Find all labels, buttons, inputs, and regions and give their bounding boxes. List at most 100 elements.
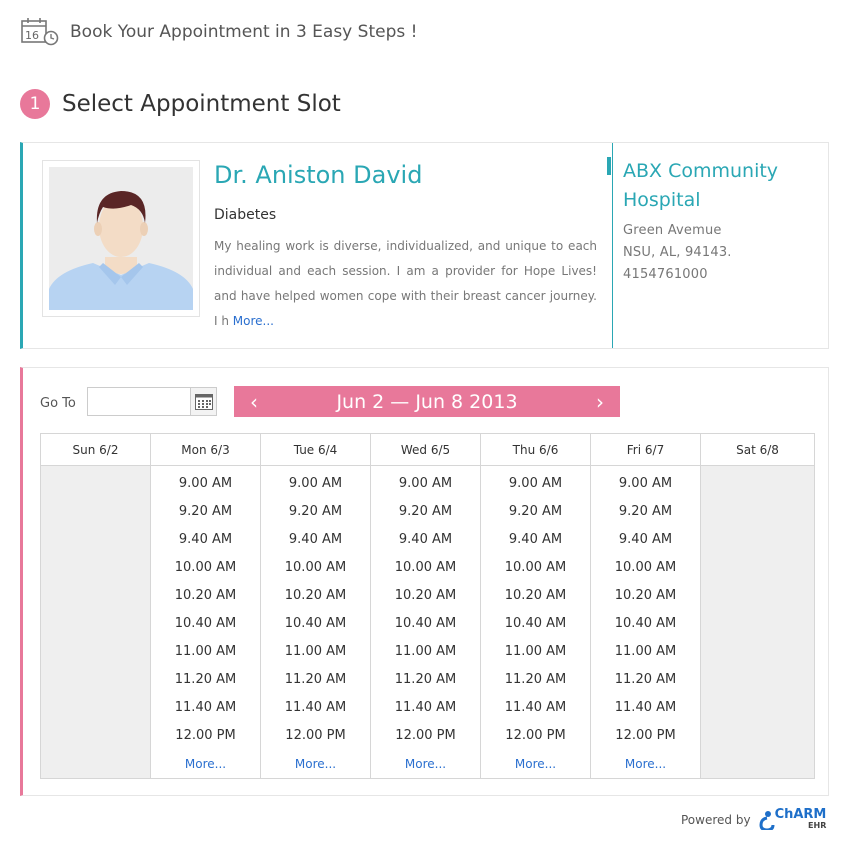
time-slot[interactable]: 10.00 AM xyxy=(151,554,260,582)
step-title: Select Appointment Slot xyxy=(62,91,341,117)
time-slot[interactable]: 10.20 AM xyxy=(371,582,480,610)
time-slot[interactable]: 11.40 AM xyxy=(151,694,260,722)
time-slot[interactable]: 9.40 AM xyxy=(591,526,700,554)
time-slot[interactable]: 9.20 AM xyxy=(591,498,700,526)
time-slot[interactable]: 10.20 AM xyxy=(261,582,370,610)
time-slot[interactable]: 9.40 AM xyxy=(151,526,260,554)
time-slot[interactable]: 9.00 AM xyxy=(371,470,480,498)
time-slot[interactable]: 10.40 AM xyxy=(261,610,370,638)
day-header: Sat 6/8 xyxy=(701,434,814,466)
powered-by: Powered by ChARM EHR xyxy=(681,807,827,831)
time-slot[interactable]: 10.20 AM xyxy=(151,582,260,610)
more-slots-link[interactable]: More... xyxy=(371,750,480,778)
day-column: Sat 6/8 xyxy=(701,434,814,778)
time-slot[interactable]: 11.20 AM xyxy=(261,666,370,694)
time-slot[interactable]: 11.20 AM xyxy=(591,666,700,694)
logo-name: ChARM xyxy=(774,807,827,822)
time-slot[interactable]: 11.40 AM xyxy=(481,694,590,722)
more-slots-link[interactable]: More... xyxy=(151,750,260,778)
time-slot[interactable]: 9.00 AM xyxy=(481,470,590,498)
slot-list xyxy=(41,466,150,470)
calendar-icon[interactable] xyxy=(190,388,216,415)
time-slot[interactable]: 9.00 AM xyxy=(151,470,260,498)
more-slots-link[interactable]: More... xyxy=(481,750,590,778)
time-slot[interactable]: 11.40 AM xyxy=(591,694,700,722)
hospital-accent-mark xyxy=(607,157,611,175)
day-column: Wed 6/5 9.00 AM 9.20 AM 9.40 AM 10.00 AM 10.2… xyxy=(371,434,481,778)
week-range-label: Jun 2 — Jun 8 2013 xyxy=(336,390,518,413)
time-slot[interactable]: 12.00 PM xyxy=(591,722,700,750)
time-slot[interactable]: 9.20 AM xyxy=(371,498,480,526)
doctor-card: Dr. Aniston David Diabetes My healing wo… xyxy=(20,142,829,349)
step-number-badge: 1 xyxy=(20,89,50,119)
more-slots-link[interactable]: More... xyxy=(591,750,700,778)
more-slots-link[interactable]: More... xyxy=(261,750,370,778)
day-header: Tue 6/4 xyxy=(261,434,370,466)
charm-logo-icon: ChARM EHR xyxy=(759,807,827,831)
slot-list: 9.00 AM 9.20 AM 9.40 AM 10.00 AM 10.20 AM 10.… xyxy=(261,466,370,778)
time-slot[interactable]: 11.00 AM xyxy=(261,638,370,666)
day-column: Tue 6/4 9.00 AM 9.20 AM 9.40 AM 10.00 AM 10.2… xyxy=(261,434,371,778)
avatar-illustration-icon xyxy=(49,167,193,310)
time-slot[interactable]: 10.00 AM xyxy=(371,554,480,582)
hospital-phone: 4154761000 xyxy=(623,267,708,282)
time-slot[interactable]: 10.00 AM xyxy=(591,554,700,582)
time-slot[interactable]: 12.00 PM xyxy=(481,722,590,750)
doctor-specialty: Diabetes xyxy=(214,207,277,223)
day-header: Fri 6/7 xyxy=(591,434,700,466)
time-slot[interactable]: 11.40 AM xyxy=(261,694,370,722)
time-slot[interactable]: 12.00 PM xyxy=(371,722,480,750)
time-slot[interactable]: 9.20 AM xyxy=(261,498,370,526)
day-header: Thu 6/6 xyxy=(481,434,590,466)
day-column: Fri 6/7 9.00 AM 9.20 AM 9.40 AM 10.00 AM 10.2… xyxy=(591,434,701,778)
time-slot[interactable]: 9.00 AM xyxy=(591,470,700,498)
day-column: Sun 6/2 xyxy=(41,434,151,778)
header-bar: 16 Book Your Appointment in 3 Easy Steps… xyxy=(20,16,417,48)
time-slot[interactable]: 9.00 AM xyxy=(261,470,370,498)
day-column: Mon 6/3 9.00 AM 9.20 AM 9.40 AM 10.00 AM 10.2… xyxy=(151,434,261,778)
time-slot[interactable]: 10.40 AM xyxy=(371,610,480,638)
time-slot[interactable]: 11.00 AM xyxy=(151,638,260,666)
slot-list: 9.00 AM 9.20 AM 9.40 AM 10.00 AM 10.20 AM 10.… xyxy=(151,466,260,778)
time-slot[interactable]: 11.00 AM xyxy=(371,638,480,666)
doctor-bio: My healing work is diverse, individualiz… xyxy=(214,234,597,334)
time-slot[interactable]: 9.40 AM xyxy=(261,526,370,554)
time-slot[interactable]: 11.20 AM xyxy=(371,666,480,694)
time-slot[interactable]: 9.40 AM xyxy=(371,526,480,554)
week-navigator: ‹ Jun 2 — Jun 8 2013 › xyxy=(234,386,620,417)
time-slot[interactable]: 11.20 AM xyxy=(151,666,260,694)
doctor-name: Dr. Aniston David xyxy=(214,161,423,189)
time-slot[interactable]: 11.20 AM xyxy=(481,666,590,694)
time-slot[interactable]: 10.20 AM xyxy=(481,582,590,610)
time-slot[interactable]: 11.00 AM xyxy=(591,638,700,666)
time-slot[interactable]: 11.40 AM xyxy=(371,694,480,722)
goto-label: Go To xyxy=(40,396,76,411)
slot-list: 9.00 AM 9.20 AM 9.40 AM 10.00 AM 10.20 AM 10.… xyxy=(591,466,700,778)
time-slot[interactable]: 10.20 AM xyxy=(591,582,700,610)
doctor-bio-more-link[interactable]: More... xyxy=(233,314,274,328)
day-column: Thu 6/6 9.00 AM 9.20 AM 9.40 AM 10.00 AM 10.2… xyxy=(481,434,591,778)
time-slot[interactable]: 10.40 AM xyxy=(481,610,590,638)
time-slot[interactable]: 12.00 PM xyxy=(151,722,260,750)
slot-list: 9.00 AM 9.20 AM 9.40 AM 10.00 AM 10.20 AM 10.… xyxy=(481,466,590,778)
calendar-clock-icon: 16 xyxy=(20,16,60,48)
page-title: Book Your Appointment in 3 Easy Steps ! xyxy=(70,22,418,42)
chevron-right-icon[interactable]: › xyxy=(590,390,610,414)
chevron-left-icon[interactable]: ‹ xyxy=(244,390,264,414)
time-slot[interactable]: 11.00 AM xyxy=(481,638,590,666)
goto-date-field[interactable] xyxy=(87,387,217,416)
time-slot[interactable]: 10.40 AM xyxy=(151,610,260,638)
time-slot[interactable]: 12.00 PM xyxy=(261,722,370,750)
time-slot[interactable]: 9.20 AM xyxy=(481,498,590,526)
slot-list: 9.00 AM 9.20 AM 9.40 AM 10.00 AM 10.20 AM 10.… xyxy=(371,466,480,778)
time-slot[interactable]: 10.00 AM xyxy=(481,554,590,582)
hospital-address-line2: NSU, AL, 94143. xyxy=(623,245,732,260)
time-slot[interactable]: 10.40 AM xyxy=(591,610,700,638)
time-slot[interactable]: 9.40 AM xyxy=(481,526,590,554)
step-heading: 1 Select Appointment Slot xyxy=(20,89,341,119)
time-slot[interactable]: 10.00 AM xyxy=(261,554,370,582)
time-slot[interactable]: 9.20 AM xyxy=(151,498,260,526)
doctor-avatar xyxy=(42,160,200,317)
day-header: Sun 6/2 xyxy=(41,434,150,466)
hospital-name: ABX Community Hospital xyxy=(623,160,779,211)
